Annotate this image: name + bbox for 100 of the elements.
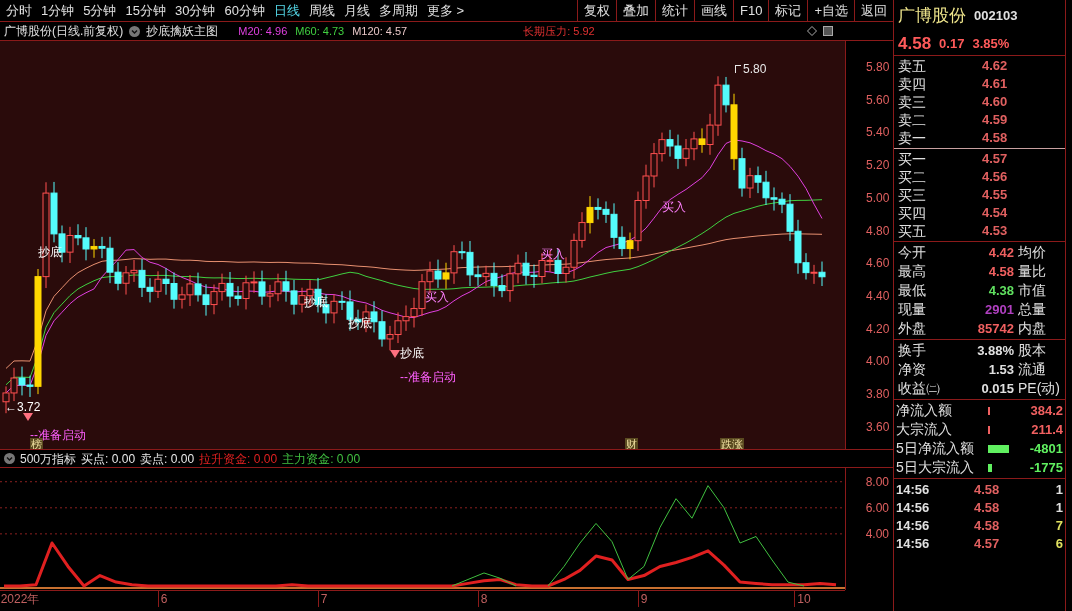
period-tab[interactable]: 周线 (308, 0, 335, 21)
order-label: 卖二 (898, 110, 927, 130)
period-tab[interactable]: 日线 (273, 0, 300, 21)
current-price: 4.58 (898, 32, 932, 55)
chart-annotation: --准备启动 (400, 371, 456, 383)
stock-name: 广博股份 (898, 5, 966, 28)
axis-label: 9 (640, 592, 648, 606)
stat-label: 量比 (1018, 262, 1046, 281)
trade-volume: 1 (1055, 499, 1063, 518)
flow-label: 5日净流入额 (896, 439, 975, 458)
indicator-name: 500万指标 (20, 450, 77, 468)
axis-label: 5.60 (866, 93, 890, 106)
order-label: 卖四 (898, 74, 927, 94)
axis-label: 7 (320, 592, 328, 606)
flow-value: -4801 (1029, 439, 1063, 458)
dropdown-icon[interactable] (129, 25, 141, 37)
axis-label: 5.80 (866, 61, 890, 73)
axis-label: 2022年 (0, 592, 40, 606)
toolbar-button[interactable]: F10 (733, 0, 769, 21)
trade-price: 4.58 (974, 481, 1001, 500)
flow-value: 384.2 (1030, 401, 1063, 420)
average-value: M60: 4.73 (295, 23, 345, 39)
period-tab[interactable]: 5分钟 (83, 0, 117, 21)
average-value: M20: 4.96 (238, 23, 288, 39)
order-price: 4.61 (982, 75, 1008, 94)
toolbar-button[interactable]: 标记 (768, 0, 808, 21)
trade-price: 4.57 (974, 535, 1001, 554)
axis-label: 4.00 (865, 527, 889, 540)
stat-value: 85742 (976, 319, 1014, 338)
stat-value: 4.38 (987, 281, 1014, 300)
trade-time: 14:56 (896, 481, 931, 500)
period-tab[interactable]: 1分钟 (41, 0, 75, 21)
stat-label: 净资 (898, 360, 927, 379)
order-label: 买四 (898, 203, 927, 223)
panel-icon[interactable] (823, 26, 833, 36)
order-price: 4.54 (982, 204, 1008, 223)
stat-label: 今开 (898, 243, 927, 262)
event-marker[interactable]: 跌涨 (720, 438, 744, 449)
order-price: 4.53 (982, 222, 1008, 241)
stat-label: 最高 (898, 262, 927, 281)
indicator-value: 主力资金: 0.00 (282, 450, 361, 468)
period-tab[interactable]: 60分钟 (224, 0, 265, 21)
price-change: 0.17 (939, 34, 965, 53)
chart-annotation: ←3.72 (5, 401, 41, 413)
toolbar-button[interactable]: 复权 (577, 0, 616, 21)
indicator-value: 买点: 0.00 (81, 450, 136, 468)
flow-value: -1775 (1029, 458, 1063, 477)
period-tab[interactable]: 多周期 (378, 0, 418, 21)
axis-label: 3.80 (866, 388, 890, 400)
order-label: 买五 (898, 221, 927, 241)
flow-label: 大宗流入 (896, 420, 953, 439)
axis-label: 4.80 (866, 224, 890, 237)
chart-annotation: 买入 (541, 248, 565, 260)
leader-line (735, 65, 741, 73)
axis-label: 3.60 (866, 420, 890, 433)
toolbar-button[interactable]: 返回 (854, 0, 893, 21)
stat-label: 总量 (1018, 300, 1046, 319)
period-tab[interactable]: 15分钟 (125, 0, 166, 21)
axis-label: 8 (480, 592, 488, 606)
stock-code: 002103 (974, 7, 1018, 26)
pressure-value: 长期压力: 5.92 (523, 23, 595, 39)
stat-value: 0.015 (980, 379, 1014, 398)
order-price: 4.56 (982, 168, 1008, 187)
period-tab[interactable]: 分时 (6, 0, 32, 21)
order-price: 4.57 (982, 150, 1008, 169)
order-price: 4.55 (982, 186, 1008, 205)
percent-change: 3.85% (972, 34, 1010, 53)
chart-annotation: 抄底 (400, 347, 424, 359)
toolbar-button[interactable]: 画线 (694, 0, 733, 21)
stat-value: 4.58 (987, 262, 1014, 281)
stat-value: 2901 (984, 300, 1014, 319)
toolbar-button[interactable]: 统计 (655, 0, 694, 21)
order-label: 卖一 (898, 128, 927, 148)
trade-price: 4.58 (974, 517, 1001, 536)
toolbar-button[interactable]: 叠加 (616, 0, 655, 21)
stat-label: 收益㈡ (898, 379, 941, 398)
stat-label: 换手 (898, 341, 927, 360)
event-marker[interactable]: 榜 (30, 438, 43, 449)
dropdown-icon[interactable] (4, 453, 15, 464)
toolbar-button[interactable]: +自选 (807, 0, 854, 21)
stat-label: 市值 (1018, 281, 1046, 300)
event-marker[interactable]: 财 (625, 438, 638, 449)
chart-annotation: 买入 (425, 291, 449, 303)
stat-label: 流通 (1018, 360, 1046, 379)
order-label: 买二 (898, 167, 927, 187)
stat-label: PE(动) (1018, 379, 1060, 398)
period-tab[interactable]: 月线 (343, 0, 370, 21)
period-tab[interactable]: 30分钟 (174, 0, 216, 21)
axis-label: 4.40 (866, 289, 890, 302)
chart-annotation: 买入 (662, 201, 686, 213)
stat-value: 1.53 (987, 360, 1014, 379)
diamond-icon[interactable] (807, 26, 817, 36)
order-label: 买一 (898, 149, 927, 169)
stat-label: 外盘 (898, 319, 927, 338)
trade-volume: 6 (1055, 535, 1063, 554)
flow-label: 净流入额 (896, 401, 953, 420)
order-price: 4.58 (982, 129, 1008, 148)
period-tab[interactable]: 更多 > (426, 0, 465, 21)
trade-price: 4.58 (974, 499, 1001, 518)
chart-annotation: 抄底 (38, 246, 62, 258)
